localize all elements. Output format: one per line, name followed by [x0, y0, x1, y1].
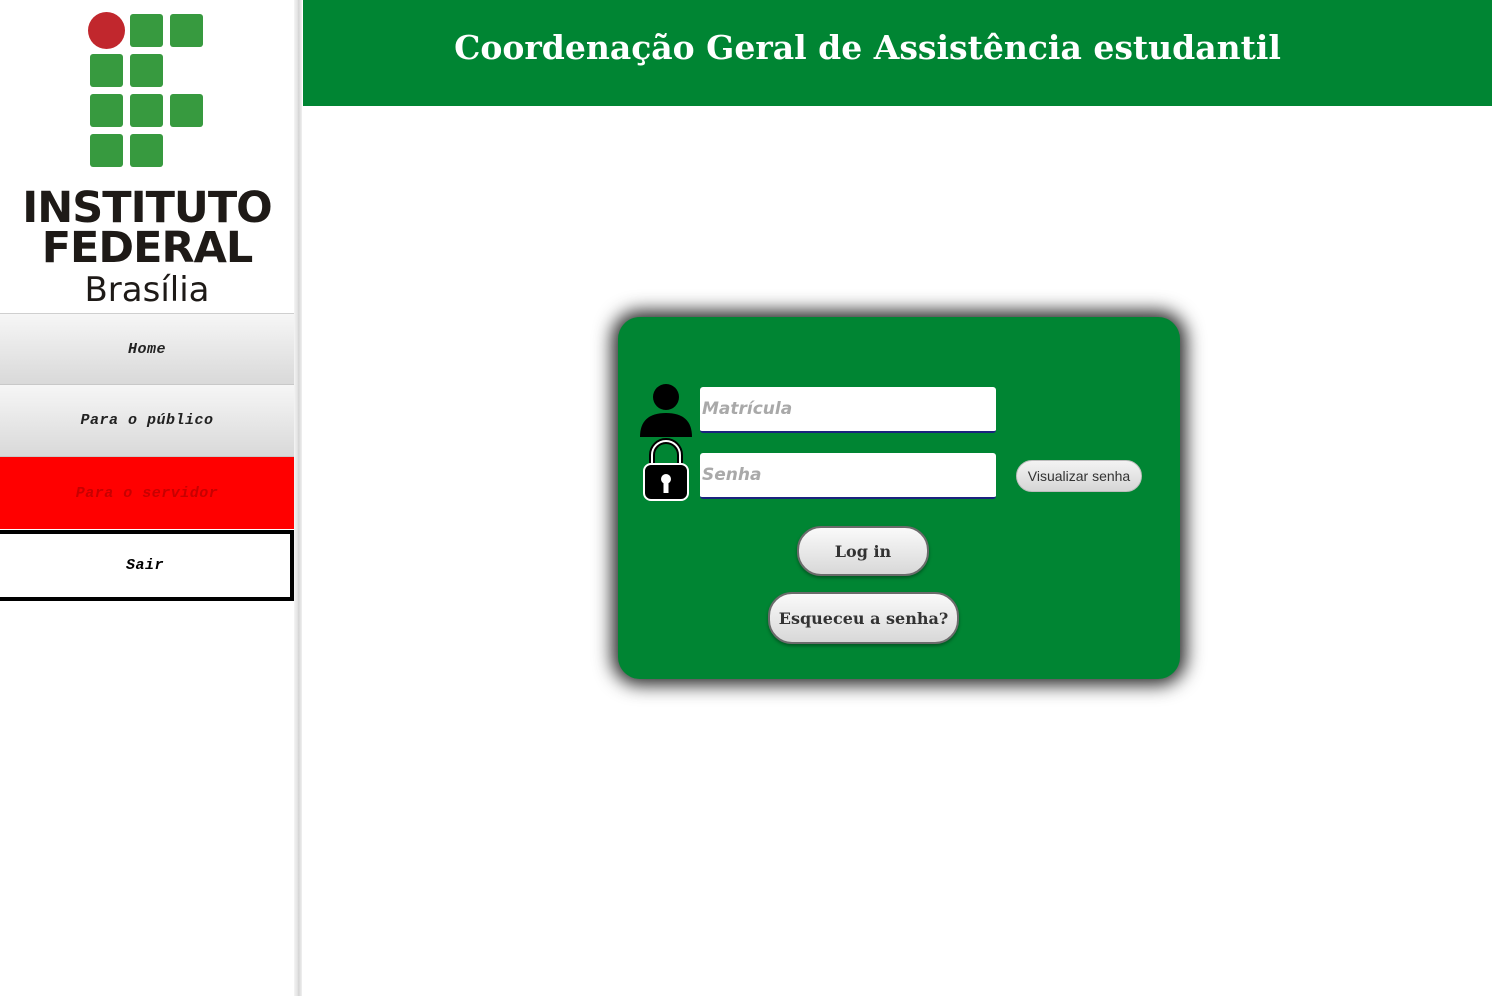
logo-square: [90, 134, 123, 167]
logo-text-federal: FEDERAL: [41, 223, 254, 273]
institute-logo: INSTITUTO FEDERAL Brasília: [0, 0, 294, 312]
forgot-password-button[interactable]: Esqueceu a senha?: [768, 592, 959, 644]
sidebar: INSTITUTO FEDERAL Brasília Home Para o p…: [0, 0, 294, 996]
nav-item-para-o-servidor[interactable]: Para o servidor: [0, 457, 294, 529]
page-header: Coordenação Geral de Assistência estudan…: [303, 0, 1492, 106]
logo-square: [170, 14, 203, 47]
logo-square: [130, 54, 163, 87]
login-button[interactable]: Log in: [797, 526, 929, 576]
nav-item-home[interactable]: Home: [0, 313, 294, 385]
nav-item-para-o-publico[interactable]: Para o público: [0, 385, 294, 457]
senha-input[interactable]: [700, 453, 996, 499]
logo-square: [170, 94, 203, 127]
logo-red-dot: [88, 12, 125, 49]
user-icon: [640, 384, 692, 437]
page-title: Coordenação Geral de Assistência estudan…: [454, 27, 1281, 67]
show-password-button[interactable]: Visualizar senha: [1016, 460, 1142, 492]
matricula-input[interactable]: [700, 387, 996, 433]
logo-square: [90, 94, 123, 127]
logo-text-brasilia: Brasília: [84, 270, 210, 310]
logo-square: [90, 54, 123, 87]
logo-square: [130, 94, 163, 127]
lock-icon: [643, 438, 689, 501]
nav-item-sair[interactable]: Sair: [0, 530, 294, 601]
sidebar-divider: [294, 0, 302, 996]
logo-square: [130, 14, 163, 47]
login-card: Visualizar senha Log in Esqueceu a senha…: [618, 317, 1180, 679]
logo-square: [130, 134, 163, 167]
